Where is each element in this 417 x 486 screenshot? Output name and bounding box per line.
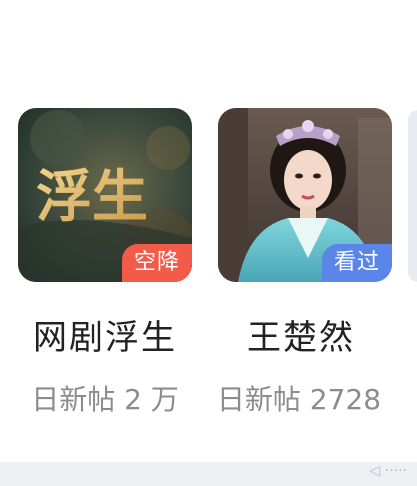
topic-name[interactable]: 网剧浮生 <box>10 310 200 359</box>
topic-name[interactable]: 王楚然 <box>206 310 396 359</box>
bottom-divider <box>0 462 417 486</box>
topic-card-row: 浮生 空降 网剧浮生 日新帖 2 万 看过 王楚然 日新帖 2728 ◁ ···… <box>0 0 417 486</box>
daily-posts-count: 日新帖 2 万 <box>31 383 179 416</box>
poster-title: 浮生 <box>36 164 148 230</box>
topic-card-wangju-fusheng[interactable]: 浮生 空降 网剧浮生 日新帖 2 万 <box>0 0 192 460</box>
airdrop-badge: 空降 <box>121 244 192 282</box>
topic-card-wang-churan[interactable]: 看过 王楚然 日新帖 2728 <box>200 0 392 460</box>
watched-badge: 看过 <box>321 244 392 282</box>
watermark: ◁ ····· <box>369 463 407 479</box>
next-card-peek[interactable] <box>408 110 417 282</box>
daily-posts-count: 日新帖 2728 <box>216 383 382 416</box>
thumbnail-fusheng[interactable]: 浮生 空降 <box>18 108 192 282</box>
thumbnail-wang-churan[interactable]: 看过 <box>218 108 392 282</box>
